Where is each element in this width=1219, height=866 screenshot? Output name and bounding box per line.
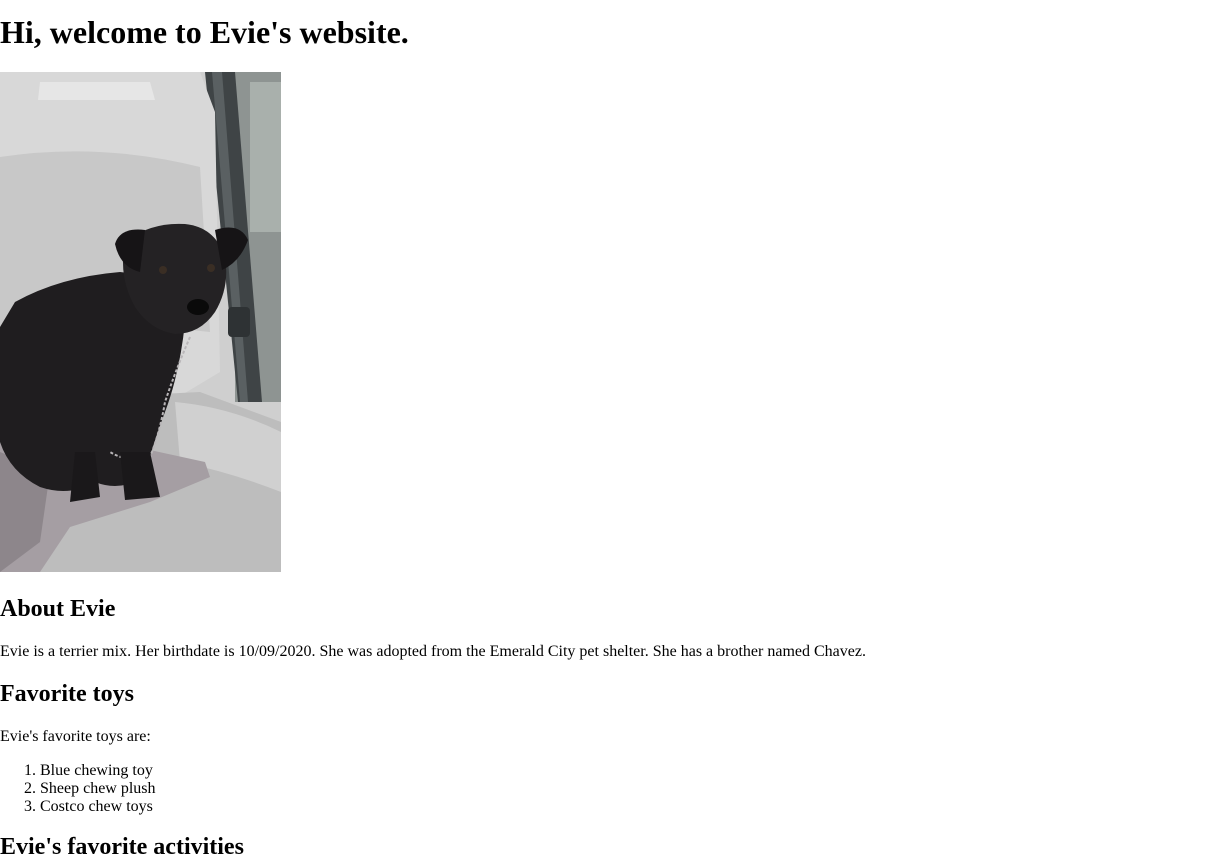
favorite-toys-intro: Evie's favorite toys are:	[0, 728, 151, 745]
list-item: Sheep chew plush	[40, 780, 156, 798]
dog-photo	[0, 72, 281, 572]
about-heading: About Evie	[0, 596, 116, 622]
page-title: Hi, welcome to Evie's website.	[0, 14, 409, 50]
favorite-toys-list: Blue chewing toy Sheep chew plush Costco…	[0, 762, 156, 816]
about-paragraph: Evie is a terrier mix. Her birthdate is …	[0, 643, 866, 660]
favorite-activities-heading: Evie's favorite activities	[0, 834, 244, 860]
list-item: Costco chew toys	[40, 798, 156, 816]
list-item: Blue chewing toy	[40, 762, 156, 780]
favorite-toys-heading: Favorite toys	[0, 681, 134, 707]
